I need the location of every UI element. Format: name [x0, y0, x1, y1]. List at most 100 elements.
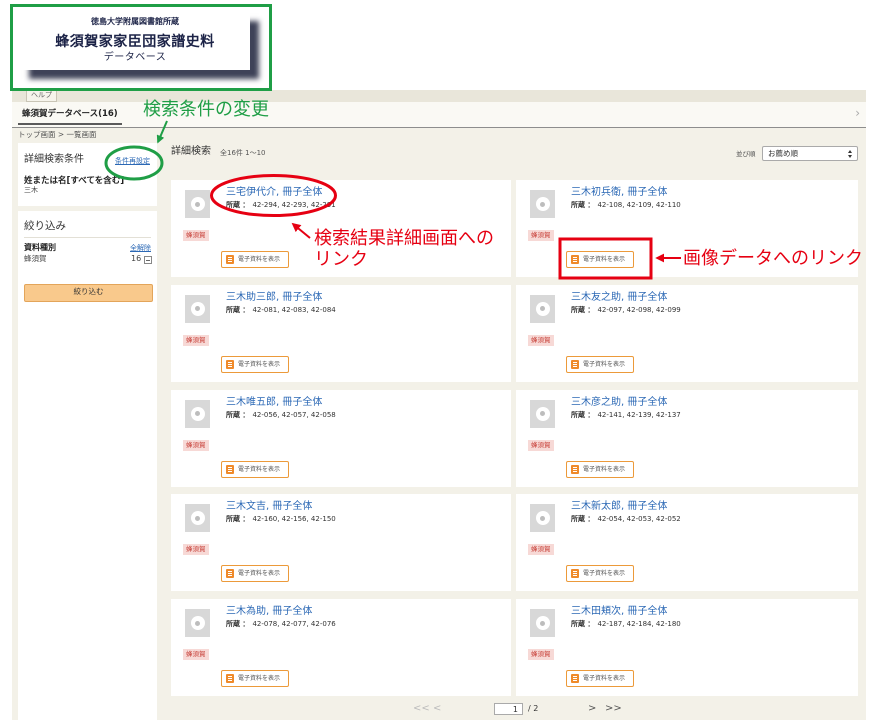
- collection-badge: 蜂須賀: [183, 439, 209, 451]
- result-title-link[interactable]: 三木文吉, 冊子全体: [226, 500, 312, 513]
- view-digital-material-button[interactable]: 電子資料を表示: [221, 670, 289, 687]
- result-title-link[interactable]: 三木為助, 冊子全体: [226, 605, 312, 618]
- condition-field-label: 姓または名[すべてを含む]: [24, 176, 125, 186]
- tab-hachisuka-database[interactable]: 蜂須賀データベース(16): [18, 108, 122, 125]
- view-digital-material-label: 電子資料を表示: [583, 465, 626, 473]
- holdings-label: 所蔵 ：: [226, 305, 250, 314]
- thumbnail-placeholder-icon[interactable]: [530, 609, 555, 637]
- thumbnail-placeholder-icon[interactable]: [185, 294, 210, 323]
- page-number-input[interactable]: [494, 703, 523, 715]
- prev-page-button[interactable]: <: [433, 703, 441, 715]
- holdings-label: 所蔵 ：: [571, 620, 595, 628]
- holdings-value: 42-108, 42-109, 42-110: [597, 201, 681, 209]
- view-digital-material-label: 電子資料を表示: [238, 360, 281, 368]
- result-card: 蜂須賀 三木為助, 冊子全体 所蔵 ： 42-078, 42-077, 42-07…: [171, 599, 511, 696]
- filter-panel: 絞り込み 資料種別 全解除 蜂須賀 16 絞り込む: [18, 211, 157, 720]
- document-icon: [571, 464, 579, 474]
- chevron-right-icon[interactable]: ›: [855, 106, 860, 120]
- result-card: 蜂須賀 三木文吉, 冊子全体 所蔵 ： 42-160, 42-156, 42-15…: [171, 494, 511, 592]
- result-title-link[interactable]: 三木唯五郎, 冊子全体: [226, 396, 322, 409]
- first-page-button[interactable]: <<: [413, 703, 430, 715]
- filter-option-checkbox[interactable]: [144, 256, 152, 264]
- holdings-line: 所蔵 ： 42-056, 42-057, 42-058: [226, 410, 336, 420]
- result-card: 蜂須賀 三宅伊代介, 冊子全体 所蔵 ： 42-294, 42-293, 42-2…: [171, 180, 511, 277]
- filter-group-label: 資料種別: [24, 243, 56, 252]
- result-card: 蜂須賀 三木初兵衛, 冊子全体 所蔵 ： 42-108, 42-109, 42-1…: [516, 180, 858, 277]
- holdings-line: 所蔵 ： 42-108, 42-109, 42-110: [571, 200, 681, 210]
- view-digital-material-button[interactable]: 電子資料を表示: [566, 565, 634, 583]
- thumbnail-placeholder-icon[interactable]: [185, 504, 210, 533]
- view-digital-material-label: 電子資料を表示: [583, 675, 626, 682]
- view-digital-material-button[interactable]: 電子資料を表示: [221, 565, 289, 583]
- holdings-line: 所蔵 ： 42-187, 42-184, 42-180: [571, 619, 681, 629]
- view-digital-material-button[interactable]: 電子資料を表示: [221, 251, 289, 268]
- help-tab[interactable]: ヘルプ: [26, 90, 57, 102]
- page-total: / 2: [528, 704, 539, 713]
- view-digital-material-button[interactable]: 電子資料を表示: [221, 460, 289, 478]
- thumbnail-placeholder-icon[interactable]: [530, 399, 555, 428]
- view-digital-material-label: 電子資料を表示: [238, 675, 281, 682]
- disc-icon: [535, 197, 550, 211]
- reset-conditions-link[interactable]: 条件再設定: [115, 157, 150, 166]
- view-digital-material-button[interactable]: 電子資料を表示: [566, 670, 634, 687]
- collection-badge: 蜂須賀: [528, 649, 554, 660]
- view-digital-material-button[interactable]: 電子資料を表示: [566, 460, 634, 478]
- document-icon: [571, 674, 579, 683]
- sort-order-value: お薦め順: [768, 149, 798, 158]
- breadcrumb[interactable]: トップ画面 > 一覧画面: [18, 130, 97, 139]
- collection-badge: 蜂須賀: [183, 334, 209, 346]
- thumbnail-placeholder-icon[interactable]: [185, 609, 210, 637]
- collection-badge: 蜂須賀: [528, 439, 554, 451]
- result-title-link[interactable]: 三木田頬次, 冊子全体: [571, 605, 667, 618]
- thumbnail-placeholder-icon[interactable]: [185, 190, 210, 218]
- holdings-value: 42-081, 42-083, 42-084: [252, 305, 336, 314]
- disc-icon: [190, 406, 205, 421]
- result-title-link[interactable]: 三木新太郎, 冊子全体: [571, 500, 667, 513]
- thumbnail-placeholder-icon[interactable]: [185, 399, 210, 428]
- filter-option-count: 16: [131, 254, 142, 263]
- thumbnail-placeholder-icon[interactable]: [530, 190, 555, 218]
- view-digital-material-button[interactable]: 電子資料を表示: [566, 251, 634, 268]
- view-digital-material-label: 電子資料を表示: [583, 256, 626, 263]
- result-card: 蜂須賀 三木唯五郎, 冊子全体 所蔵 ： 42-056, 42-057, 42-0…: [171, 389, 511, 487]
- holdings-label: 所蔵 ：: [571, 515, 595, 524]
- collection-badge: 蜂須賀: [183, 649, 209, 660]
- holdings-line: 所蔵 ： 42-081, 42-083, 42-084: [226, 305, 336, 315]
- disc-icon: [535, 406, 550, 421]
- collection-badge: 蜂須賀: [183, 230, 209, 241]
- view-digital-material-button[interactable]: 電子資料を表示: [221, 355, 289, 373]
- document-icon: [226, 464, 234, 474]
- document-icon: [226, 674, 234, 683]
- result-title-link[interactable]: 三宅伊代介, 冊子全体: [226, 186, 322, 199]
- document-icon: [226, 359, 234, 369]
- holdings-value: 42-078, 42-077, 42-076: [252, 620, 336, 628]
- result-card: 蜂須賀 三木友之助, 冊子全体 所蔵 ： 42-097, 42-098, 42-0…: [516, 284, 858, 382]
- sort-order-select[interactable]: お薦め順: [762, 146, 858, 161]
- result-title-link[interactable]: 三木友之助, 冊子全体: [571, 291, 667, 304]
- disc-icon: [190, 511, 205, 526]
- view-digital-material-button[interactable]: 電子資料を表示: [566, 355, 634, 373]
- document-icon: [226, 255, 234, 264]
- thumbnail-placeholder-icon[interactable]: [530, 504, 555, 533]
- clear-all-filter-link[interactable]: 全解除: [130, 244, 151, 253]
- disc-icon: [190, 301, 205, 316]
- site-logo[interactable]: 徳島大学附属図書館所蔵 蜂須賀家家臣団家譜史料 データベース: [20, 12, 250, 70]
- thumbnail-placeholder-icon[interactable]: [530, 294, 555, 323]
- result-title-link[interactable]: 三木助三郎, 冊子全体: [226, 291, 322, 304]
- next-page-button[interactable]: >: [588, 703, 596, 715]
- last-page-button[interactable]: >>: [605, 703, 622, 715]
- database-tab-bar: 蜂須賀データベース(16) ›: [12, 102, 866, 128]
- holdings-label: 所蔵 ：: [571, 201, 595, 209]
- disc-icon: [190, 197, 205, 211]
- search-conditions-title: 詳細検索条件: [24, 154, 84, 165]
- logo-line-1: 徳島大学附属図書館所蔵: [91, 16, 179, 26]
- result-title-link[interactable]: 三木彦之助, 冊子全体: [571, 396, 667, 409]
- apply-filter-button[interactable]: 絞り込む: [24, 284, 153, 302]
- view-digital-material-label: 電子資料を表示: [238, 465, 281, 473]
- collection-badge: 蜂須賀: [528, 334, 554, 346]
- result-title-link[interactable]: 三木初兵衛, 冊子全体: [571, 186, 667, 199]
- view-digital-material-label: 電子資料を表示: [583, 570, 626, 578]
- sort-label: 並び順: [736, 150, 756, 158]
- condition-field-value: 三木: [24, 186, 38, 194]
- view-digital-material-label: 電子資料を表示: [583, 360, 626, 368]
